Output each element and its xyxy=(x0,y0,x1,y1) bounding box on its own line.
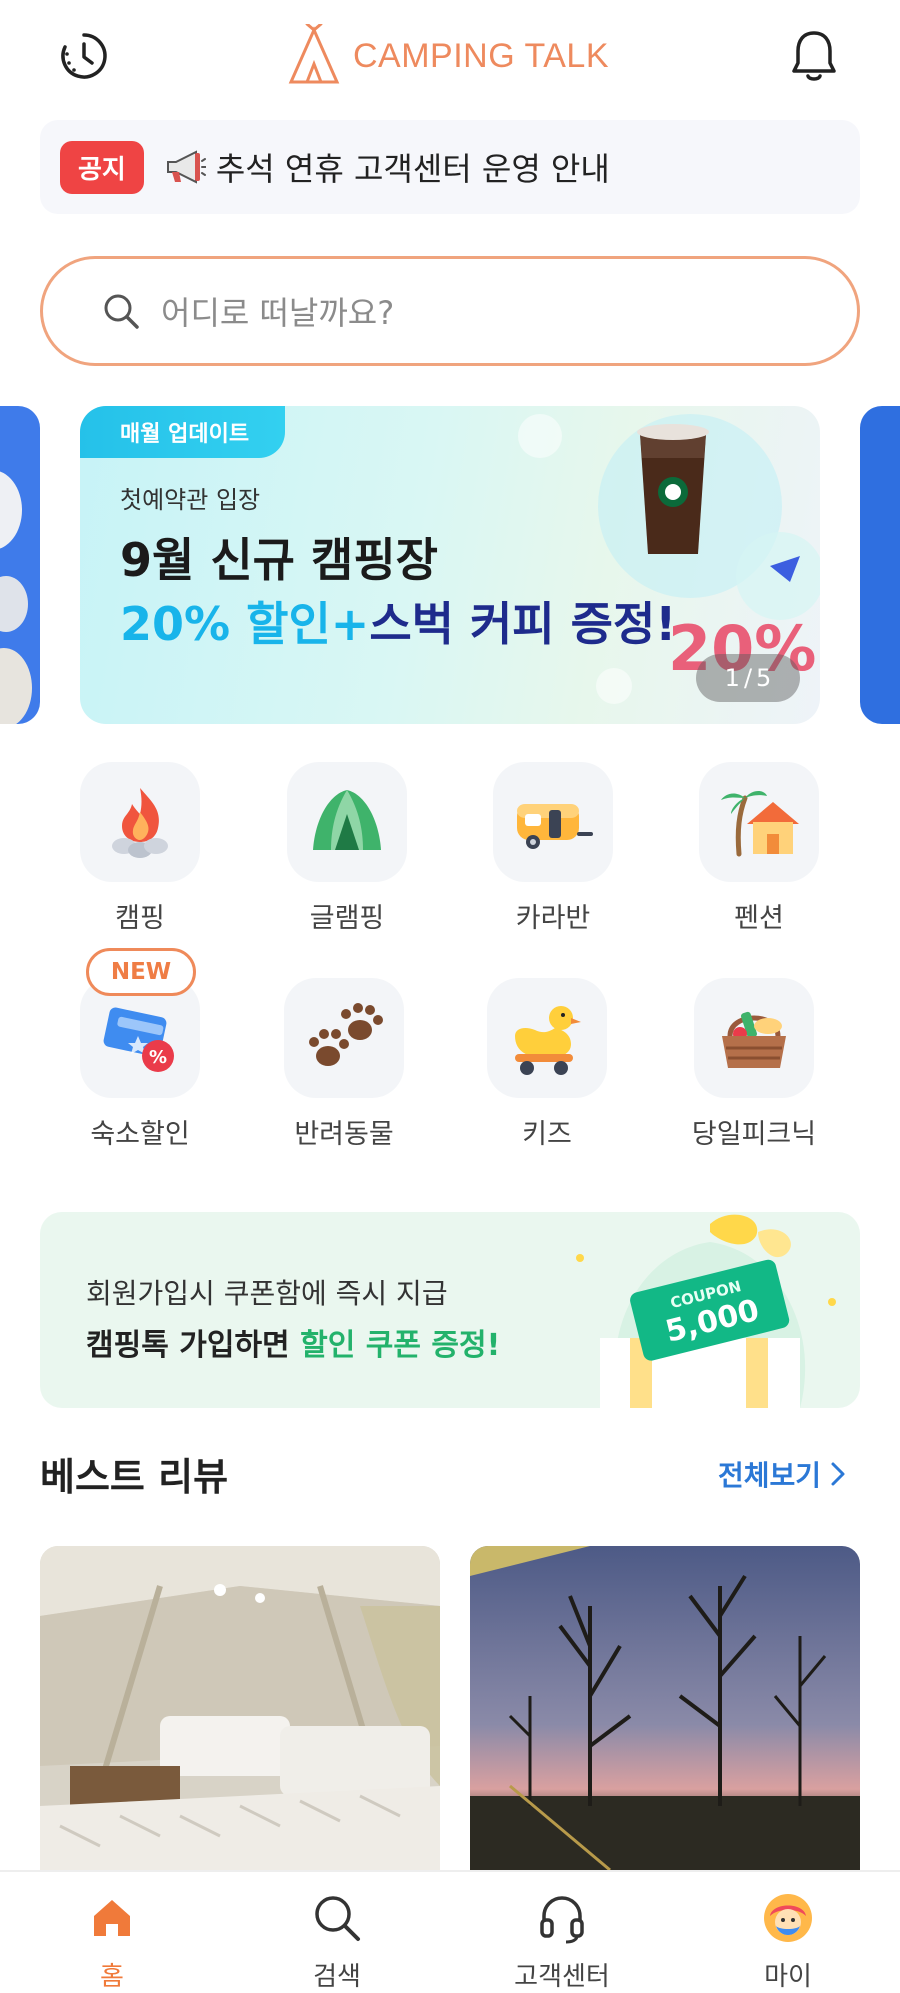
review-photo xyxy=(40,1546,440,1870)
carousel-pager: 1 / 5 xyxy=(696,654,800,702)
megaphone-icon xyxy=(166,150,206,184)
review-card-sunset[interactable] xyxy=(470,1546,860,1870)
bottom-tab-bar: 홈 검색 고객센터 마이 xyxy=(0,1870,900,1993)
promo-banner[interactable]: 20% 매월 업데이트 첫예약관 입장 9월 신규 캠핑장 20% 할인+스벅 … xyxy=(80,406,820,724)
category-label: 카라반 xyxy=(515,903,591,934)
coupon-line-1: 회원가입시 쿠폰함에 즉시 지급 xyxy=(86,1277,448,1310)
category-discount-stay[interactable]: % 숙소할인 xyxy=(60,978,220,1151)
tab-label: 홈 xyxy=(100,1962,124,1992)
category-kids[interactable]: 키즈 xyxy=(467,978,627,1151)
category-label: 숙소할인 xyxy=(90,1119,190,1150)
review-photo xyxy=(470,1546,860,1870)
category-icon-box xyxy=(487,978,607,1098)
logo-text: CAMPING TALK xyxy=(353,36,610,75)
tent-icon xyxy=(313,790,381,850)
bell-icon[interactable] xyxy=(786,28,842,84)
tab-my[interactable]: 마이 xyxy=(718,1890,858,1993)
campfire-icon xyxy=(112,788,168,858)
tent-logo-icon xyxy=(288,24,340,84)
pager-total: 5 xyxy=(756,664,772,692)
category-glamping[interactable]: 글램핑 xyxy=(267,762,427,935)
pension-house-icon xyxy=(721,791,799,857)
category-day-picnic[interactable]: 당일피크닉 xyxy=(674,978,834,1151)
pager-current: 1 xyxy=(724,664,740,692)
search-icon xyxy=(104,294,139,329)
coupon-line-2: 캠핑톡 가입하면 할인 쿠폰 증정! xyxy=(86,1320,500,1364)
coupon-line-2-highlight: 할인 쿠폰 증정! xyxy=(300,1328,501,1363)
banner-highlight-discount: 20% 할인 xyxy=(120,597,331,651)
home-icon xyxy=(94,1900,130,1936)
caravan-icon xyxy=(517,804,593,849)
banner-highlight-coffee: 스벅 커피 증정! xyxy=(369,597,677,651)
search-input[interactable]: 어디로 떠날까요? xyxy=(40,256,860,366)
new-badge: NEW xyxy=(86,948,196,996)
category-label: 캠핑 xyxy=(115,903,165,934)
tab-home[interactable]: 홈 xyxy=(42,1890,182,1993)
banner-plus: + xyxy=(330,597,370,651)
category-icon-box xyxy=(493,762,613,882)
picnic-basket-icon xyxy=(722,1011,786,1068)
category-icon-box xyxy=(284,978,404,1098)
pager-separator: / xyxy=(743,664,753,692)
chevron-right-icon xyxy=(831,1462,845,1486)
tab-customer-center[interactable]: 고객센터 xyxy=(492,1890,632,1993)
tab-label: 고객센터 xyxy=(514,1962,610,1992)
notice-bar[interactable]: 공지 추석 연휴 고객센터 운영 안내 xyxy=(40,120,860,214)
category-caravan[interactable]: 카라반 xyxy=(473,762,633,935)
banner-title-line2: 20% 할인+스벅 커피 증정! xyxy=(120,588,676,654)
notice-badge: 공지 xyxy=(60,140,144,194)
tab-label: 마이 xyxy=(764,1962,812,1992)
svg-text:%: % xyxy=(149,1047,167,1068)
avatar-icon xyxy=(764,1894,812,1942)
coupon-line-2-prefix: 캠핑톡 가입하면 xyxy=(86,1328,301,1363)
category-pets[interactable]: 반려동물 xyxy=(264,978,424,1151)
paw-icon xyxy=(309,1003,383,1066)
tab-label: 검색 xyxy=(313,1962,361,1992)
category-icon-box xyxy=(287,762,407,882)
category-icon-box xyxy=(699,762,819,882)
category-camping[interactable]: 캠핑 xyxy=(60,762,220,935)
coupon-gift-icon: COUPON 5,000 xyxy=(576,1214,836,1408)
carousel-next-slide[interactable] xyxy=(860,406,900,724)
banner-tag: 매월 업데이트 xyxy=(80,406,286,458)
category-icon-box: % xyxy=(80,978,200,1098)
category-label: 키즈 xyxy=(522,1119,572,1150)
headset-icon xyxy=(540,1896,584,1944)
search-icon xyxy=(315,1896,360,1941)
search-placeholder: 어디로 떠날까요? xyxy=(161,294,395,332)
signup-coupon-banner[interactable]: COUPON 5,000 회원가입시 쿠폰함에 즉시 지급 캠핑톡 가입하면 할… xyxy=(40,1212,860,1408)
banner-title: 9월 신규 캠핑장 xyxy=(120,533,438,587)
category-label: 당일피크닉 xyxy=(691,1119,817,1150)
banner-subtitle: 첫예약관 입장 xyxy=(120,486,261,514)
category-pension[interactable]: 펜션 xyxy=(679,762,839,935)
carousel-prev-slide[interactable] xyxy=(0,406,40,724)
app-header: CAMPING TALK xyxy=(0,0,900,112)
see-all-link[interactable]: 전체보기 xyxy=(718,1454,847,1494)
app-logo[interactable]: CAMPING TALK xyxy=(285,24,609,88)
best-reviews-title: 베스트 리뷰 xyxy=(40,1455,229,1499)
category-label: 글램핑 xyxy=(309,903,385,934)
category-icon-box xyxy=(694,978,814,1098)
discount-ticket-icon: % xyxy=(103,1007,174,1072)
duck-toy-icon xyxy=(515,1006,581,1075)
category-label: 펜션 xyxy=(734,903,784,934)
category-label: 반려동물 xyxy=(294,1119,394,1150)
notice-text: 추석 연휴 고객센터 운영 안내 xyxy=(215,150,610,188)
category-icon-box xyxy=(80,762,200,882)
tab-search[interactable]: 검색 xyxy=(267,1890,407,1993)
review-card-tent-interior[interactable] xyxy=(40,1546,440,1870)
clock-history-icon[interactable] xyxy=(56,28,112,84)
see-all-label: 전체보기 xyxy=(718,1459,822,1492)
